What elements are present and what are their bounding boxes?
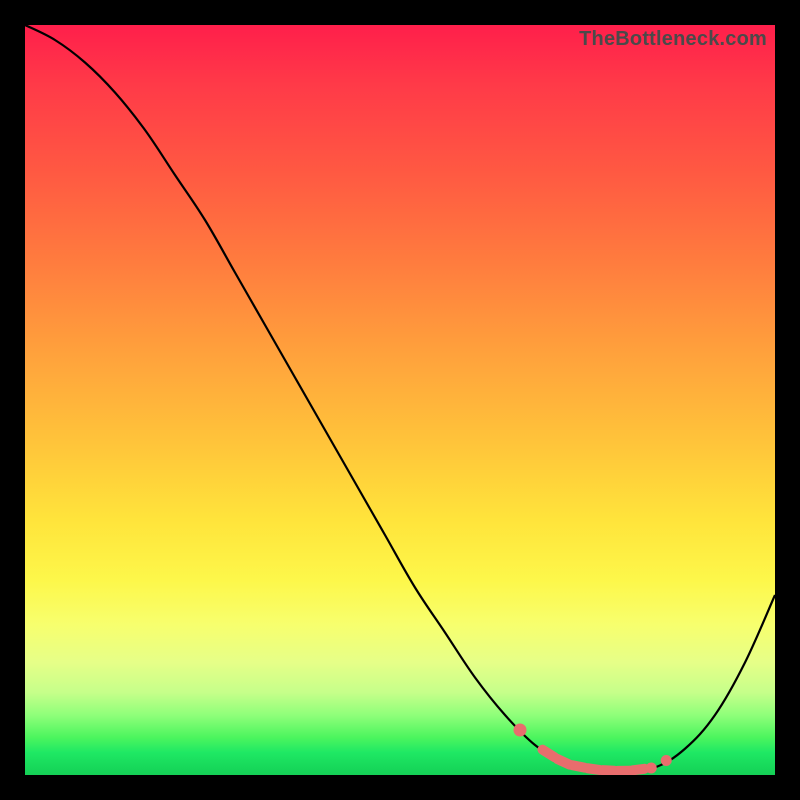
plot-area: TheBottleneck.com xyxy=(25,25,775,775)
bottleneck-curve-line xyxy=(25,25,775,771)
min-region-dash xyxy=(543,750,555,758)
min-region-dash xyxy=(633,769,645,771)
min-region-dash xyxy=(558,759,570,765)
min-region-dot xyxy=(514,724,527,737)
min-region-dot xyxy=(661,755,672,766)
outer-frame: TheBottleneck.com xyxy=(0,0,800,800)
min-region-markers xyxy=(514,724,672,774)
bottleneck-chart xyxy=(25,25,775,775)
min-region-dot xyxy=(646,762,657,773)
